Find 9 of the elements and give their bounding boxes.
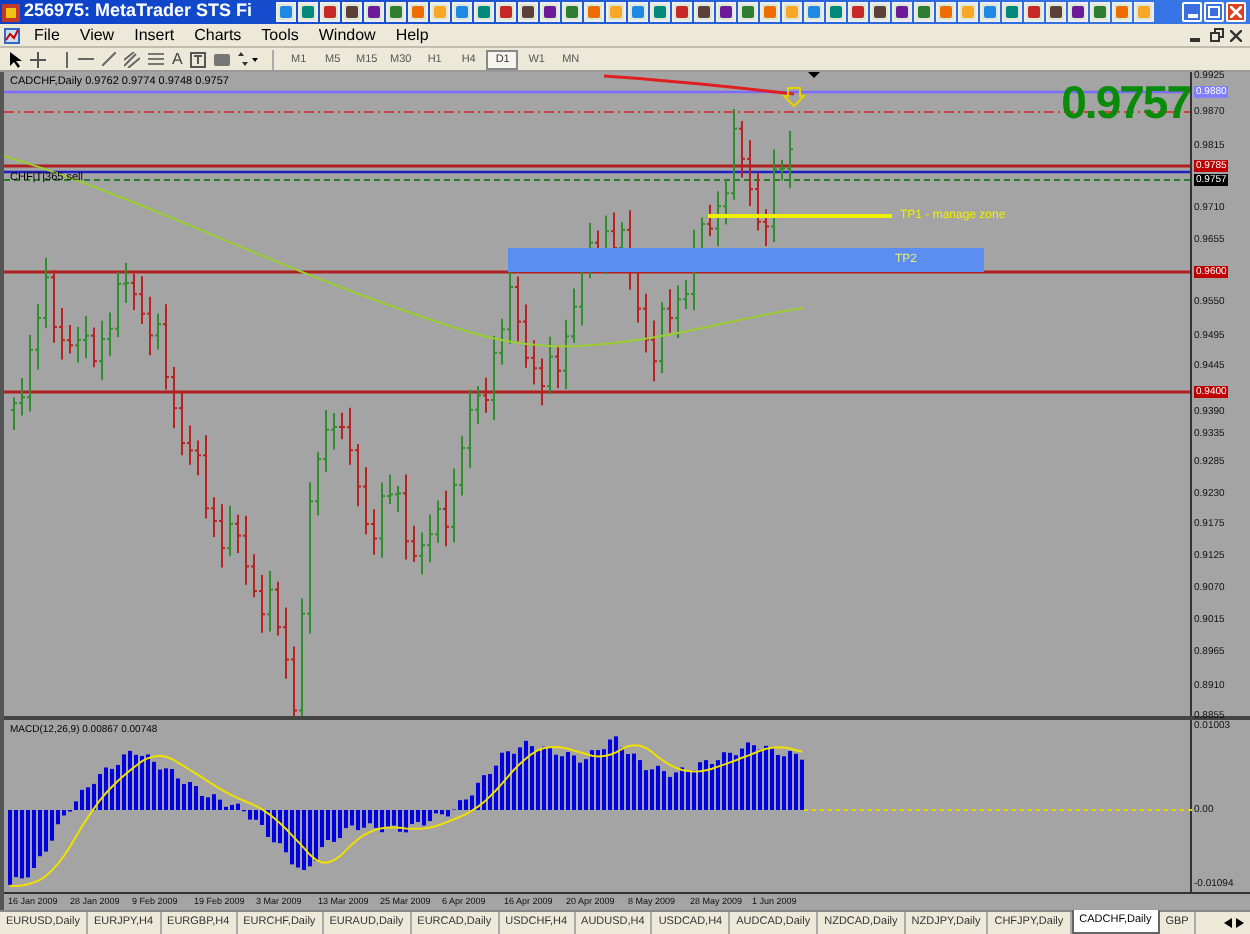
window-title: 256975: MetaTrader STS Fi xyxy=(24,0,255,24)
menu-item[interactable]: Tools xyxy=(251,23,309,47)
menu-item[interactable]: Charts xyxy=(184,23,252,47)
menu-item[interactable]: File xyxy=(24,23,70,47)
menu-item[interactable]: Window xyxy=(308,23,386,47)
menu-item[interactable]: Help xyxy=(385,23,439,47)
menu-item[interactable]: View xyxy=(69,23,125,47)
menu-item[interactable]: Insert xyxy=(124,23,185,47)
text-tool-button[interactable]: A xyxy=(172,47,183,71)
